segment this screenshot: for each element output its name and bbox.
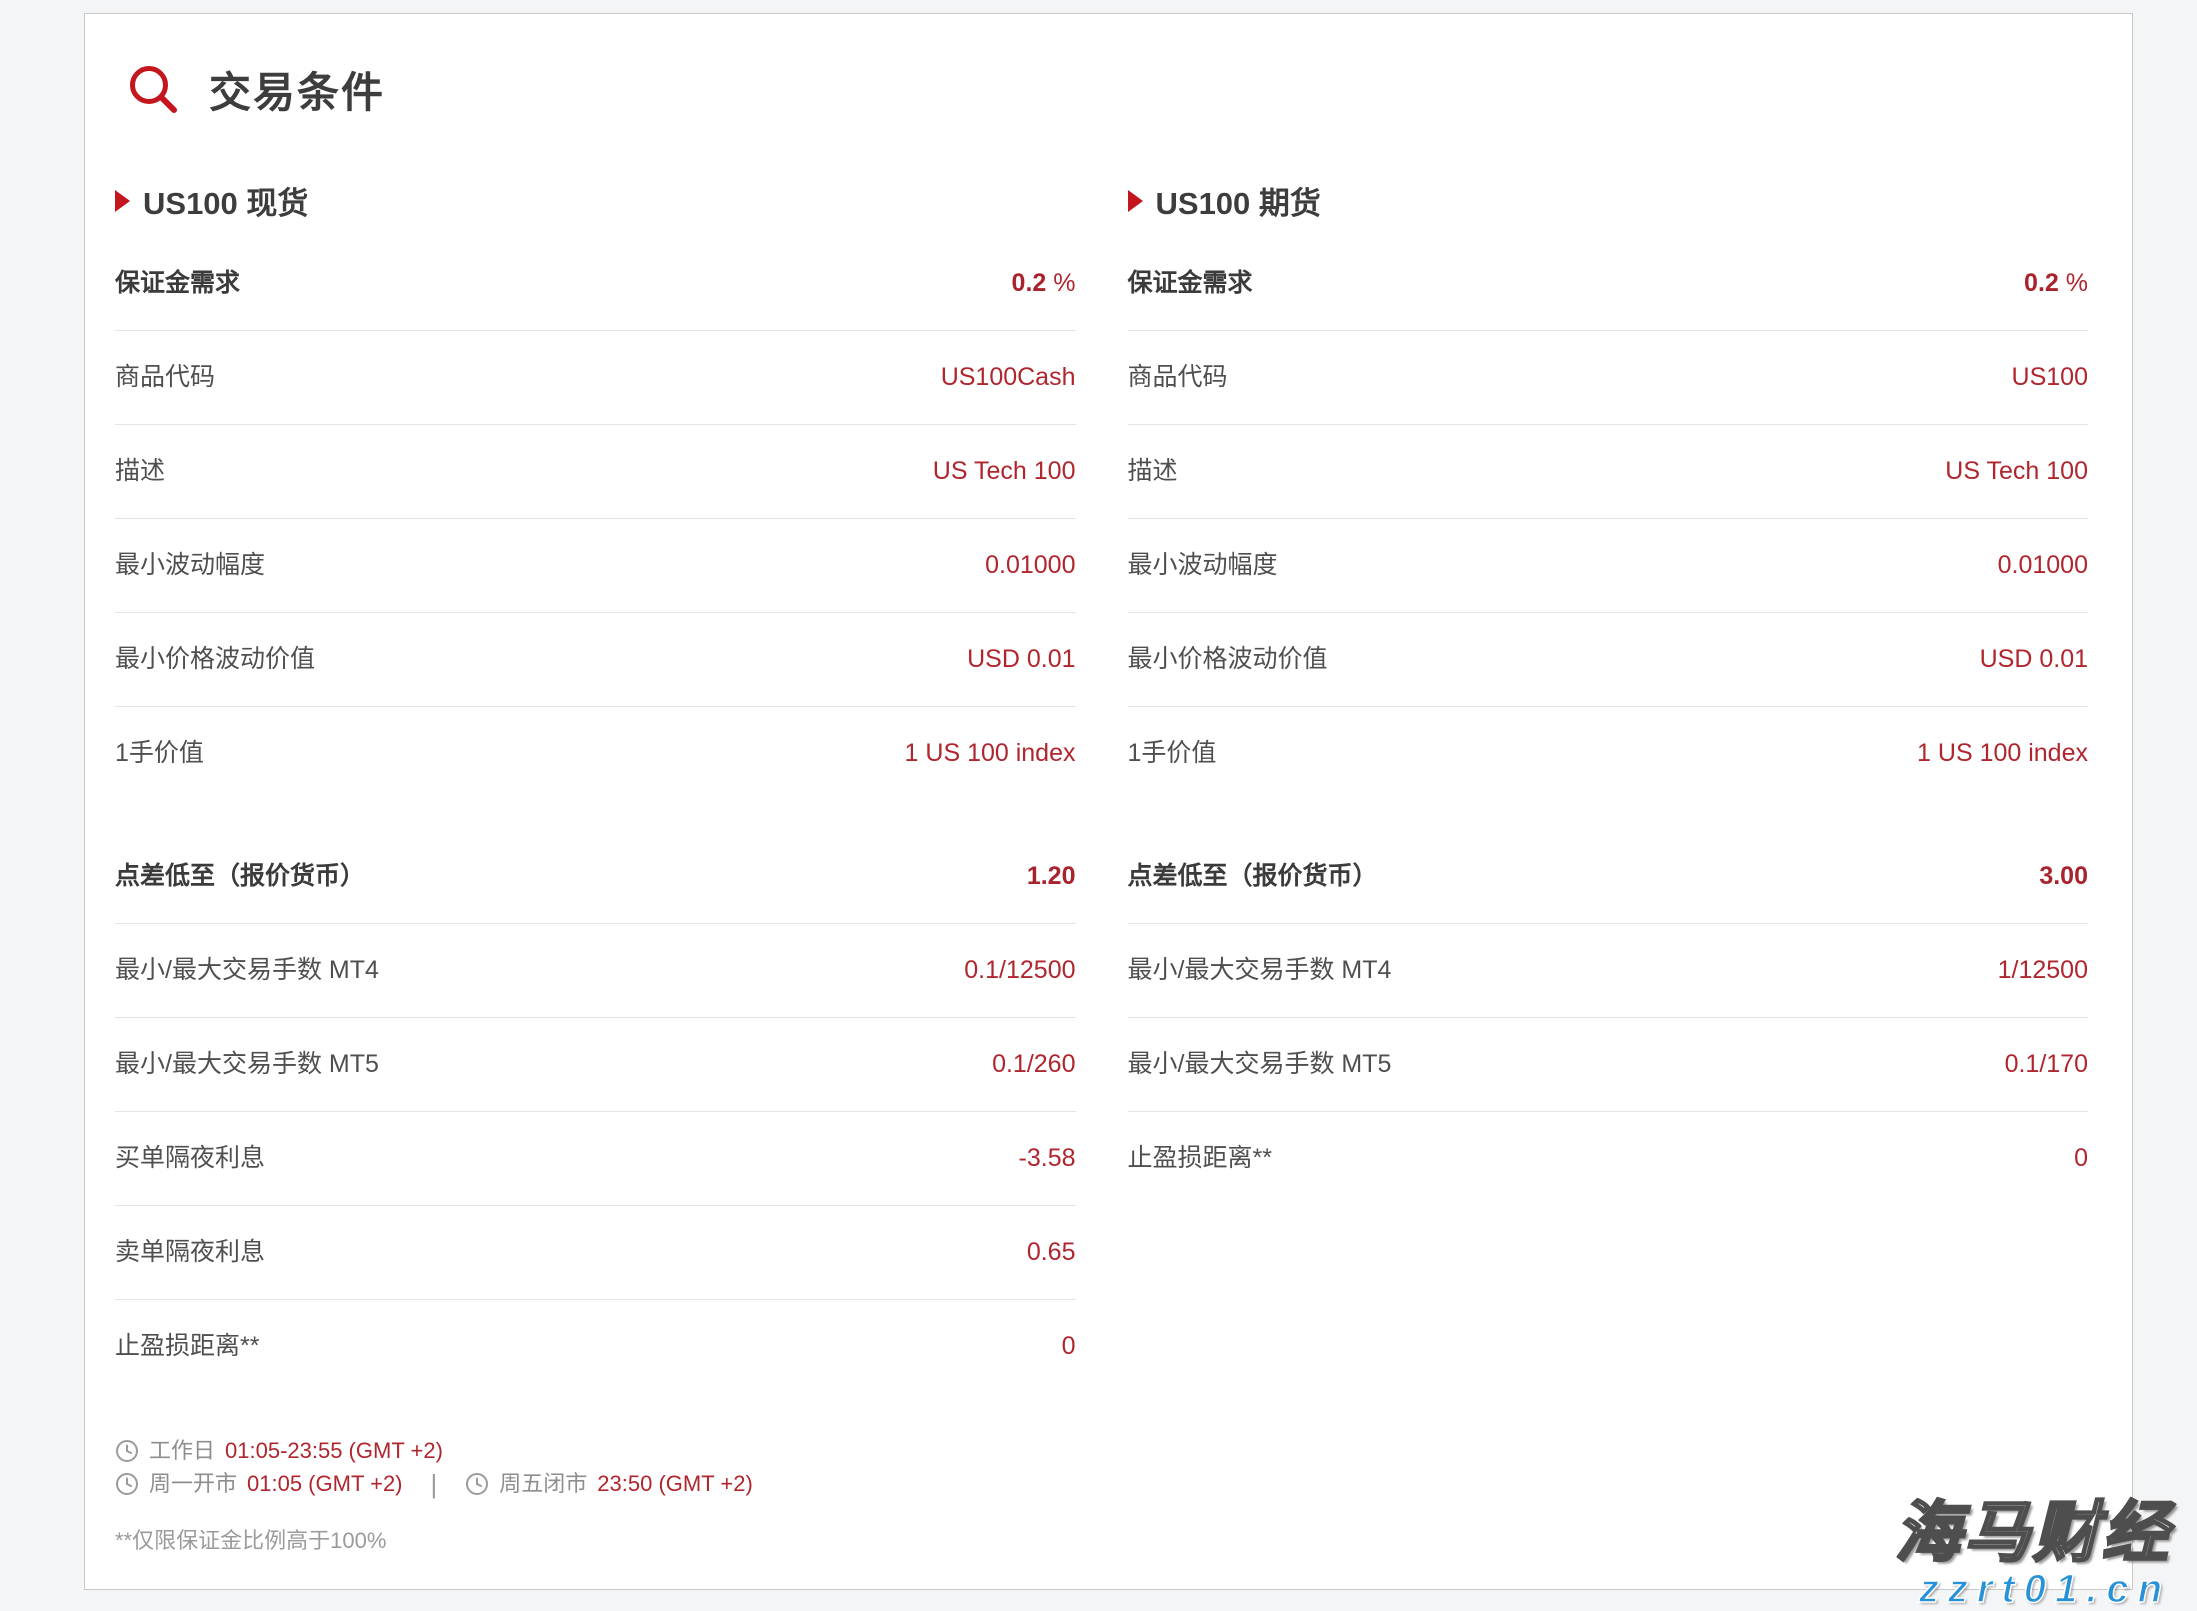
clock-icon bbox=[115, 1439, 139, 1463]
row-value: USD 0.01 bbox=[1980, 644, 2088, 675]
table-row: 最小波动幅度 0.01000 bbox=[1128, 518, 2089, 612]
table-row: 卖单隔夜利息 0.65 bbox=[115, 1205, 1076, 1299]
schedule-time: 23:50 (GMT +2) bbox=[597, 1471, 753, 1497]
table-row: 最小波动幅度 0.01000 bbox=[115, 518, 1076, 612]
row-value: 1 US 100 index bbox=[905, 738, 1076, 769]
margin-footnote: **仅限保证金比例高于100% bbox=[115, 1523, 1076, 1555]
row-value: 0.65 bbox=[1027, 1237, 1076, 1268]
table-row: 描述 US Tech 100 bbox=[1128, 424, 2089, 518]
schedule-label: 工作日 bbox=[149, 1438, 215, 1464]
row-value: 1.20 bbox=[1027, 861, 1076, 892]
table-row: 保证金需求 0.2 % bbox=[115, 237, 1076, 330]
row-label: 最小价格波动价值 bbox=[1128, 644, 1328, 675]
row-label: 保证金需求 bbox=[1128, 268, 1253, 299]
row-value: 0.01000 bbox=[1998, 550, 2088, 581]
row-value: 0 bbox=[1062, 1331, 1076, 1362]
schedule-time: 01:05-23:55 (GMT +2) bbox=[225, 1438, 443, 1464]
row-value: 0 bbox=[2074, 1143, 2088, 1174]
row-label: 止盈损距离** bbox=[115, 1331, 259, 1362]
page-title: 交易条件 bbox=[209, 59, 385, 120]
row-label: 点差低至（报价货币） bbox=[115, 861, 365, 892]
table-row: 最小价格波动价值 USD 0.01 bbox=[115, 612, 1076, 706]
schedule-line-open-close: 周一开市 01:05 (GMT +2) | 周五闭市 23:50 (GMT +2… bbox=[115, 1471, 1076, 1497]
row-value: 0.2 % bbox=[2024, 268, 2088, 299]
row-value: 3.00 bbox=[2039, 861, 2088, 892]
row-label: 最小波动幅度 bbox=[1128, 550, 1278, 581]
table-row: 点差低至（报价货币） 1.20 bbox=[115, 830, 1076, 923]
row-value: US100Cash bbox=[941, 362, 1076, 393]
watermark: 海马财经 zzrt01.cn bbox=[1895, 1499, 2171, 1609]
row-label: 1手价值 bbox=[1128, 738, 1217, 769]
row-label: 买单隔夜利息 bbox=[115, 1143, 265, 1174]
row-value: US Tech 100 bbox=[933, 456, 1076, 487]
table-row: 点差低至（报价货币） 3.00 bbox=[1128, 830, 2089, 923]
table-row: 描述 US Tech 100 bbox=[115, 424, 1076, 518]
table-row: 1手价值 1 US 100 index bbox=[1128, 706, 2089, 800]
row-label: 商品代码 bbox=[115, 362, 215, 393]
row-label: 最小/最大交易手数 MT4 bbox=[115, 955, 379, 986]
schedule-label: 周一开市 bbox=[149, 1471, 237, 1497]
arrow-right-icon bbox=[115, 190, 130, 212]
row-value: US100 bbox=[2012, 362, 2088, 393]
row-label: 止盈损距离** bbox=[1128, 1143, 1272, 1174]
row-label: 卖单隔夜利息 bbox=[115, 1237, 265, 1268]
row-label: 最小/最大交易手数 MT5 bbox=[1128, 1049, 1392, 1080]
table-row: 最小/最大交易手数 MT5 0.1/170 bbox=[1128, 1017, 2089, 1111]
trading-conditions-card: 交易条件 US100 现货 保证金需求0.2 %商品代码US100Cash描述U… bbox=[84, 13, 2133, 1590]
row-value: -3.58 bbox=[1019, 1143, 1076, 1174]
row-label: 点差低至（报价货币） bbox=[1128, 861, 1378, 892]
row-value: 0.2 % bbox=[1012, 268, 1076, 299]
schedule-time: 01:05 (GMT +2) bbox=[247, 1471, 403, 1497]
column-futures-header: US100 期货 bbox=[1128, 178, 2089, 223]
schedule-label: 周五闭市 bbox=[499, 1471, 587, 1497]
row-label: 保证金需求 bbox=[115, 268, 240, 299]
table-row: 最小/最大交易手数 MT4 1/12500 bbox=[1128, 923, 2089, 1017]
column-spot: US100 现货 保证金需求 0.2 % 商品代码 US100Cash 描述 US Tec… bbox=[115, 178, 1076, 1555]
watermark-site: zzrt01.cn bbox=[1895, 1569, 2171, 1609]
row-value: US Tech 100 bbox=[1945, 456, 2088, 487]
table-row: 止盈损距离** 0 bbox=[1128, 1111, 2089, 1205]
table-row: 商品代码 US100 bbox=[1128, 330, 2089, 424]
futures-rows: 保证金需求 0.2 % 商品代码 US100 描述 US Tech 100 最小波动幅度 0.… bbox=[1128, 237, 2089, 1205]
watermark-brand: 海马财经 bbox=[1895, 1499, 2171, 1565]
clock-icon bbox=[465, 1472, 489, 1496]
row-label: 描述 bbox=[115, 456, 165, 487]
separator: | bbox=[431, 1471, 438, 1497]
search-icon bbox=[127, 63, 181, 117]
table-row: 最小价格波动价值 USD 0.01 bbox=[1128, 612, 2089, 706]
column-title: US100 期货 bbox=[1156, 178, 1321, 223]
row-value: 1/12500 bbox=[1998, 955, 2088, 986]
conditions-columns: US100 现货 保证金需求 0.2 % 商品代码 US100Cash 描述 US Tec… bbox=[115, 178, 2088, 1555]
row-label: 最小/最大交易手数 MT4 bbox=[1128, 955, 1392, 986]
row-label: 1手价值 bbox=[115, 738, 204, 769]
row-value: 0.1/12500 bbox=[964, 955, 1075, 986]
table-row: 买单隔夜利息 -3.58 bbox=[115, 1111, 1076, 1205]
row-label: 商品代码 bbox=[1128, 362, 1228, 393]
column-title: US100 现货 bbox=[143, 178, 308, 223]
page-header: 交易条件 bbox=[115, 59, 2088, 120]
table-row: 最小/最大交易手数 MT4 0.1/12500 bbox=[115, 923, 1076, 1017]
table-row: 1手价值 1 US 100 index bbox=[115, 706, 1076, 800]
row-value: USD 0.01 bbox=[967, 644, 1075, 675]
row-value: 0.01000 bbox=[985, 550, 1075, 581]
column-futures: US100 期货 保证金需求 0.2 % 商品代码 US100 描述 US Tech 10… bbox=[1128, 178, 2089, 1555]
table-row: 保证金需求 0.2 % bbox=[1128, 237, 2089, 330]
row-value: 0.1/260 bbox=[992, 1049, 1075, 1080]
arrow-right-icon bbox=[1128, 190, 1143, 212]
row-label: 最小波动幅度 bbox=[115, 550, 265, 581]
table-row: 止盈损距离** 0 bbox=[115, 1299, 1076, 1393]
row-label: 最小/最大交易手数 MT5 bbox=[115, 1049, 379, 1080]
table-row: 最小/最大交易手数 MT5 0.1/260 bbox=[115, 1017, 1076, 1111]
spot-rows: 保证金需求 0.2 % 商品代码 US100Cash 描述 US Tech 100 最小波动… bbox=[115, 237, 1076, 1393]
row-value: 1 US 100 index bbox=[1917, 738, 2088, 769]
schedule-line-weekday: 工作日 01:05-23:55 (GMT +2) bbox=[115, 1438, 1076, 1464]
clock-icon bbox=[115, 1472, 139, 1496]
row-label: 描述 bbox=[1128, 456, 1178, 487]
row-value: 0.1/170 bbox=[2005, 1049, 2088, 1080]
table-row: 商品代码 US100Cash bbox=[115, 330, 1076, 424]
trading-schedule: 工作日 01:05-23:55 (GMT +2) 周一开市 01:05 (GMT… bbox=[115, 1431, 1076, 1555]
column-spot-header: US100 现货 bbox=[115, 178, 1076, 223]
row-label: 最小价格波动价值 bbox=[115, 644, 315, 675]
